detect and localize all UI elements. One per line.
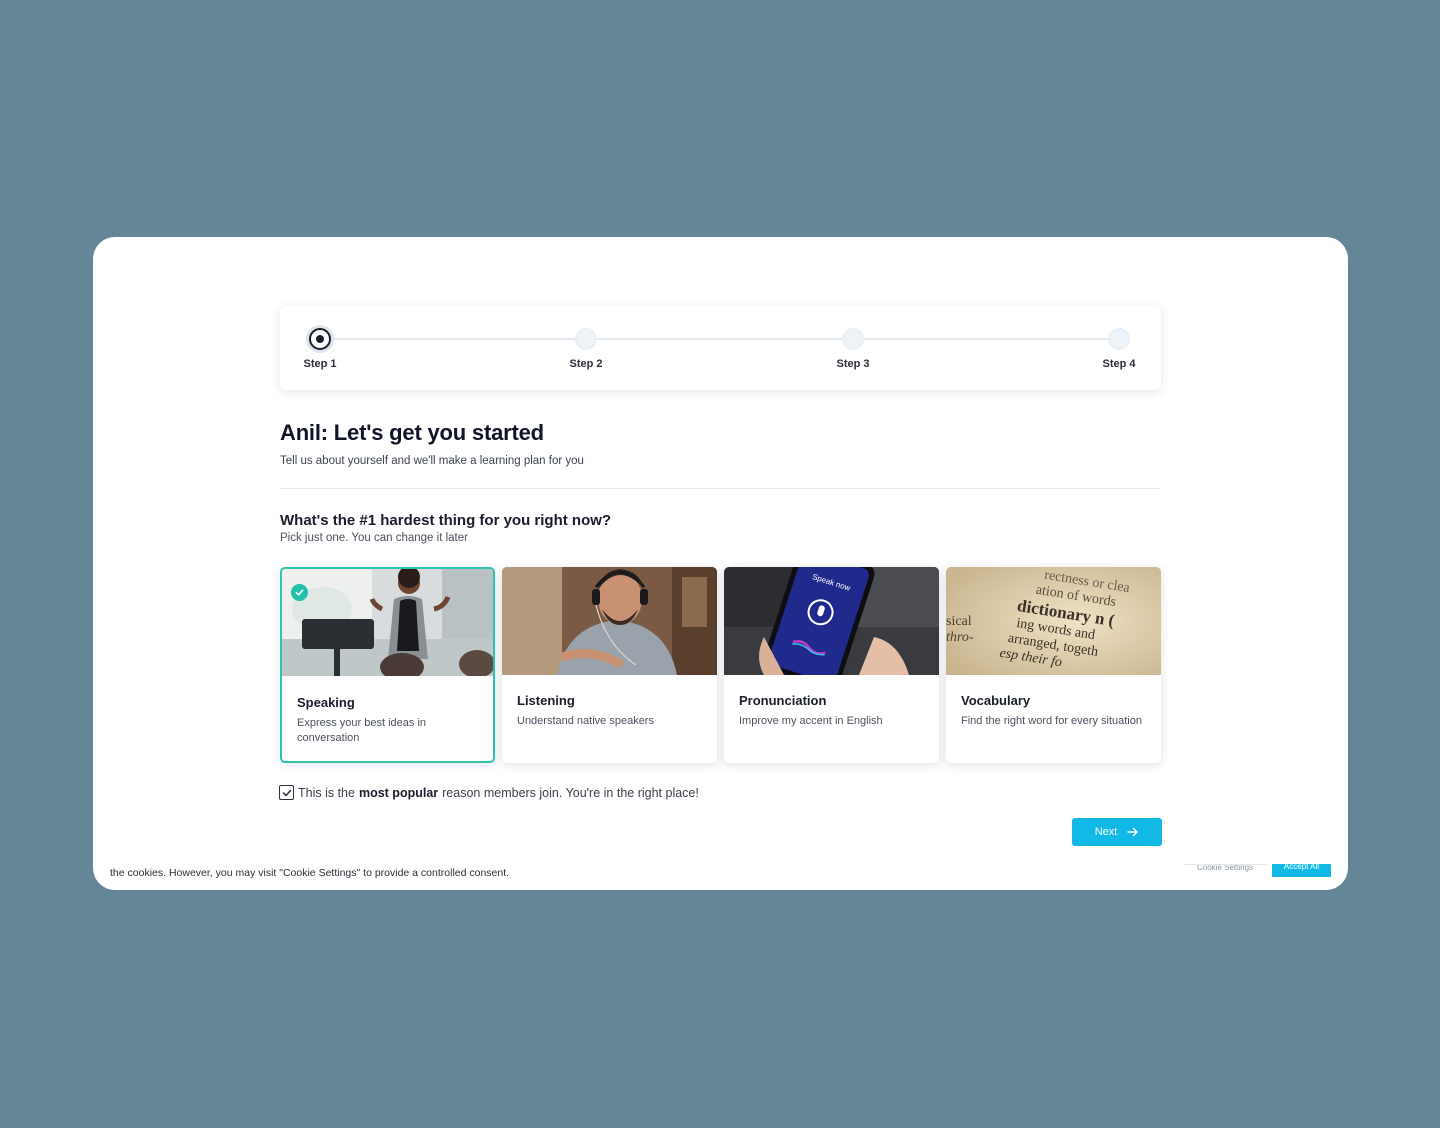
popular-note: This is the most popular reason members … <box>279 785 699 800</box>
phone-speak-now-photo: Speak now <box>724 567 939 675</box>
arrow-right-icon <box>1127 827 1139 837</box>
man-with-headphones-photo <box>502 567 717 675</box>
step-4-label: Step 4 <box>1102 358 1136 370</box>
step-3-indicator[interactable] <box>842 328 864 350</box>
note-prefix: This is the <box>298 785 355 800</box>
option-title: Speaking <box>297 695 355 710</box>
option-description: Express your best ideas in conversation <box>297 717 427 744</box>
option-title: Listening <box>517 693 575 708</box>
page-title: Anil: Let's get you started <box>280 420 544 445</box>
step-2-label: Step 2 <box>569 358 603 370</box>
note-bold: most popular <box>358 785 439 800</box>
option-description: Find the right word for every situation <box>961 715 1142 727</box>
cookie-banner-text: the cookies. However, you may visit "Coo… <box>110 867 510 879</box>
note-suffix: reason members join. You're in the right… <box>442 785 699 800</box>
section-divider <box>280 488 1161 489</box>
option-card-speaking[interactable]: Speaking Express your best ideas in conv… <box>280 567 495 763</box>
step-1-indicator[interactable] <box>309 328 331 350</box>
stepper-track <box>320 338 1121 340</box>
option-card-pronunciation[interactable]: Speak now Pronunciation Improve my accen… <box>724 567 939 763</box>
next-button-label: Next <box>1094 826 1118 838</box>
onboarding-window: Step 1 Step 2 Step 3 Step 4 Anil: Let's … <box>93 237 1348 890</box>
option-description: Understand native speakers <box>517 715 654 727</box>
cookie-accept-button[interactable]: Accept All <box>1272 864 1331 877</box>
dictionary-page-photo: rectness or clea ation of words dictiona… <box>946 567 1161 675</box>
option-title: Vocabulary <box>961 693 1031 708</box>
dict-line-7: sical <box>946 614 972 629</box>
question-title: What's the #1 hardest thing for you righ… <box>280 512 612 529</box>
progress-stepper: Step 1 Step 2 Step 3 Step 4 <box>280 306 1161 390</box>
option-description: Improve my accent in English <box>739 715 883 727</box>
option-card-listening[interactable]: Listening Understand native speakers <box>502 567 717 763</box>
step-3-label: Step 3 <box>836 358 870 370</box>
dict-line-8: thro- <box>946 630 974 645</box>
step-1-label: Step 1 <box>303 358 337 370</box>
step-2-indicator[interactable] <box>575 328 597 350</box>
option-title: Pronunciation <box>739 693 827 708</box>
cookie-settings-button[interactable]: Cookie Settings <box>1183 864 1267 877</box>
step-4-indicator[interactable] <box>1108 328 1130 350</box>
note-checkbox-icon <box>279 785 294 800</box>
page-subtitle: Tell us about yourself and we'll make a … <box>280 455 584 467</box>
option-card-vocabulary[interactable]: rectness or clea ation of words dictiona… <box>946 567 1161 763</box>
speaker-presenting-photo <box>282 569 493 676</box>
selected-check-icon <box>291 584 308 601</box>
question-hint: Pick just one. You can change it later <box>280 532 468 544</box>
next-button[interactable]: Next <box>1072 818 1162 846</box>
